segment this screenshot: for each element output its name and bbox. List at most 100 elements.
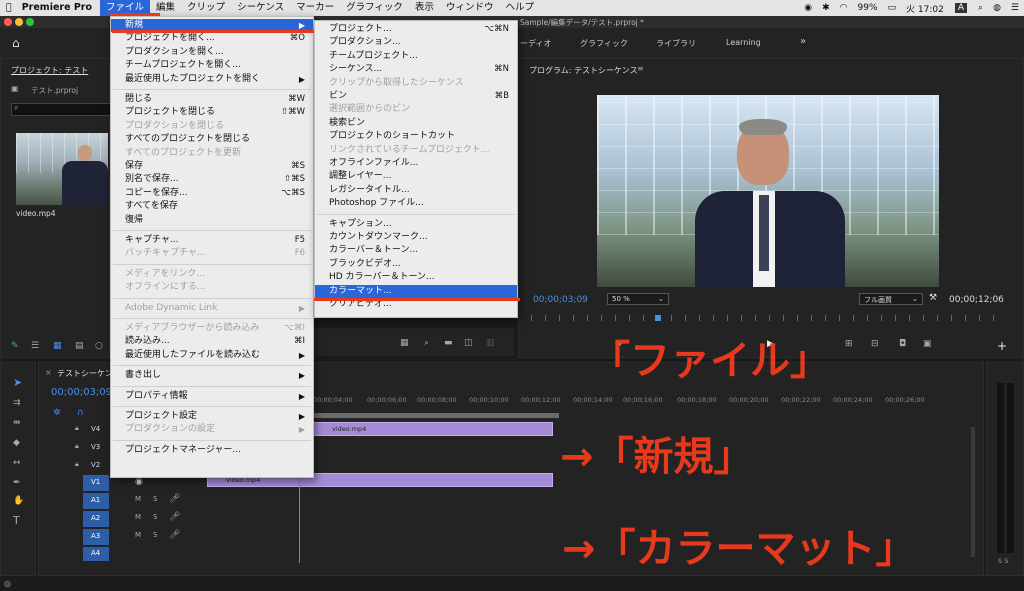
hand-tool-icon[interactable]: ✋ bbox=[13, 497, 24, 506]
meter-solo-labels[interactable]: S S bbox=[998, 557, 1008, 565]
new-menu-item[interactable]: HD カラーバー＆トーン... bbox=[315, 271, 517, 284]
zoom-window-icon[interactable] bbox=[26, 18, 34, 26]
zoom-slider-icon[interactable]: ○ bbox=[95, 342, 103, 351]
file-menu-item[interactable]: プロジェクトを閉じる ⇧⌘W bbox=[111, 106, 313, 119]
new-menu-item[interactable]: レガシータイトル... bbox=[315, 184, 517, 197]
comparison-view-icon[interactable]: ▣ bbox=[923, 340, 932, 349]
find-icon[interactable]: ⌕ bbox=[424, 339, 429, 348]
menu-help[interactable]: ヘルプ bbox=[499, 0, 540, 16]
close-tab-icon[interactable]: × bbox=[45, 368, 52, 377]
new-menu-item[interactable]: ビン ⌘B bbox=[315, 90, 517, 103]
workspace-tab-libraries[interactable]: ライブラリ bbox=[656, 38, 696, 49]
workspace-tab-audio[interactable]: ーディオ bbox=[520, 38, 551, 49]
timeline-clip-v4[interactable]: video.mp4 bbox=[313, 422, 553, 436]
icon-view-icon[interactable]: ▦ bbox=[53, 342, 62, 351]
razor-tool-icon[interactable]: ◆ bbox=[13, 439, 20, 448]
wifi-icon[interactable]: ◠ bbox=[835, 3, 853, 13]
playback-quality-select[interactable]: フル画質 ⌄ bbox=[859, 293, 923, 305]
selection-tool-icon[interactable]: ➤ bbox=[13, 377, 22, 388]
wrench-icon[interactable]: ⚒ bbox=[929, 294, 937, 303]
file-menu-item[interactable]: プロジェクトマネージャー... bbox=[111, 444, 313, 457]
storage-icon[interactable]: ▦ bbox=[400, 339, 409, 348]
solo-s-icon[interactable]: S bbox=[153, 496, 157, 503]
control-center-icon[interactable]: ☰ bbox=[1006, 3, 1024, 13]
new-menu-item[interactable]: カラーバー＆トーン... bbox=[315, 244, 517, 257]
file-menu-item[interactable]: 保存 ⌘S bbox=[111, 160, 313, 173]
solo-s-icon[interactable]: S bbox=[153, 514, 157, 521]
workspace-tab-graphics[interactable]: グラフィック bbox=[580, 38, 628, 49]
new-menu-item[interactable]: プロジェクト... ⌥⌘N bbox=[315, 23, 517, 36]
status-icon[interactable]: ◎ bbox=[4, 580, 11, 588]
new-bin-icon[interactable]: ▬ bbox=[444, 339, 453, 348]
file-menu-item[interactable]: 書き出し ▶ bbox=[111, 369, 313, 382]
eye-icon[interactable]: ◉ bbox=[135, 478, 143, 487]
file-menu-item[interactable]: 最近使用したプロジェクトを開く ▶ bbox=[111, 73, 313, 86]
file-menu-item[interactable]: すべてのプロジェクトを閉じる bbox=[111, 133, 313, 146]
mic-icon[interactable]: 🎤︎ bbox=[169, 495, 180, 504]
timeline-ruler[interactable]: 00;00;04;00 00;00;06;00 00;00;08;00 00;0… bbox=[209, 393, 969, 413]
mute-m-icon[interactable]: M bbox=[135, 496, 141, 503]
clock[interactable]: 火 17:02 bbox=[901, 2, 949, 15]
list-view-icon[interactable]: ☰ bbox=[31, 342, 39, 351]
mute-m-icon[interactable]: M bbox=[135, 532, 141, 539]
apple-icon[interactable]:  bbox=[0, 0, 18, 16]
insert-icon[interactable]: ⊞ bbox=[845, 340, 853, 349]
siri-icon[interactable]: ◍ bbox=[988, 3, 1006, 13]
new-menu-item[interactable]: キャプション... bbox=[315, 218, 517, 231]
track-label-v3[interactable]: V3 bbox=[91, 443, 100, 451]
track-label-v4[interactable]: V4 bbox=[91, 425, 100, 433]
new-menu-item[interactable]: オフラインファイル... bbox=[315, 157, 517, 170]
menu-sequence[interactable]: シーケンス bbox=[231, 0, 290, 16]
monitor-time-ruler[interactable] bbox=[531, 315, 1001, 321]
track-label-a1[interactable]: A1 bbox=[91, 496, 100, 504]
track-label-a2[interactable]: A2 bbox=[91, 514, 100, 522]
freeform-view-icon[interactable]: ▤ bbox=[75, 342, 84, 351]
spotlight-search-icon[interactable]: ⌕ bbox=[973, 3, 988, 13]
new-menu-item[interactable]: カウントダウンマーク... bbox=[315, 231, 517, 244]
mic-icon[interactable]: 🎤︎ bbox=[169, 531, 180, 540]
new-menu-item[interactable]: 検索ビン bbox=[315, 117, 517, 130]
file-menu-item[interactable]: コピーを保存... ⌥⌘S bbox=[111, 187, 313, 200]
file-menu-item[interactable]: 復帰 bbox=[111, 214, 313, 227]
workspace-tab-learning[interactable]: Learning bbox=[726, 38, 761, 47]
new-menu-item[interactable]: シーケンス... ⌘N bbox=[315, 63, 517, 76]
file-menu-item[interactable]: プロジェクトを開く... ⌘O bbox=[111, 32, 313, 45]
lock-icon[interactable]: 🔒︎ bbox=[75, 443, 79, 450]
mic-icon[interactable]: 🎤︎ bbox=[169, 513, 180, 522]
track-select-tool-icon[interactable]: ⇉ bbox=[13, 399, 21, 408]
battery-icon[interactable]: ▭ bbox=[883, 3, 902, 13]
track-label-a4[interactable]: A4 bbox=[91, 549, 100, 557]
project-search-input[interactable] bbox=[11, 103, 111, 116]
linked-selection-icon[interactable]: ∩ bbox=[77, 409, 84, 418]
mute-m-icon[interactable]: M bbox=[135, 514, 141, 521]
snap-icon[interactable]: ✲ bbox=[53, 409, 61, 418]
menu-view[interactable]: 表示 bbox=[409, 0, 440, 16]
creative-cloud-icon[interactable]: ◉ bbox=[799, 3, 817, 13]
track-label-v1[interactable]: V1 bbox=[91, 478, 100, 486]
file-menu-item[interactable]: すべてを保存 bbox=[111, 200, 313, 213]
battery-level[interactable]: 99% bbox=[853, 3, 883, 13]
ripple-edit-tool-icon[interactable]: ⇹ bbox=[13, 419, 21, 428]
new-menu-item[interactable]: ブラックビデオ... bbox=[315, 258, 517, 271]
menu-marker[interactable]: マーカー bbox=[290, 0, 340, 16]
new-menu-item[interactable]: Photoshop ファイル... bbox=[315, 197, 517, 210]
file-menu-item[interactable]: チームプロジェクトを開く... bbox=[111, 59, 313, 72]
track-label-v2[interactable]: V2 bbox=[91, 461, 100, 469]
menu-window[interactable]: ウィンドウ bbox=[440, 0, 500, 16]
track-label-a3[interactable]: A3 bbox=[91, 532, 100, 540]
pen-tool-icon[interactable]: ✒ bbox=[13, 479, 21, 488]
file-menu-item[interactable]: 最近使用したファイルを読み込む ▶ bbox=[111, 349, 313, 362]
file-menu-item[interactable]: 閉じる ⌘W bbox=[111, 93, 313, 106]
panel-menu-icon[interactable]: ≡ bbox=[637, 64, 644, 73]
close-window-icon[interactable] bbox=[4, 18, 12, 26]
solo-s-icon[interactable]: S bbox=[153, 532, 157, 539]
menubar-app-name[interactable]: Premiere Pro bbox=[18, 0, 100, 16]
new-item-icon[interactable]: ◫ bbox=[464, 339, 473, 348]
clip-thumbnail[interactable] bbox=[16, 133, 108, 205]
export-frame-icon[interactable]: ◘ bbox=[899, 340, 906, 349]
minimize-window-icon[interactable] bbox=[15, 18, 23, 26]
home-icon[interactable]: ⌂ bbox=[12, 37, 20, 49]
file-menu-item[interactable]: 別名で保存... ⇧⌘S bbox=[111, 173, 313, 186]
file-menu-item[interactable]: プロパティ情報 ▶ bbox=[111, 390, 313, 403]
file-menu-item[interactable]: 読み込み... ⌘I bbox=[111, 335, 313, 348]
